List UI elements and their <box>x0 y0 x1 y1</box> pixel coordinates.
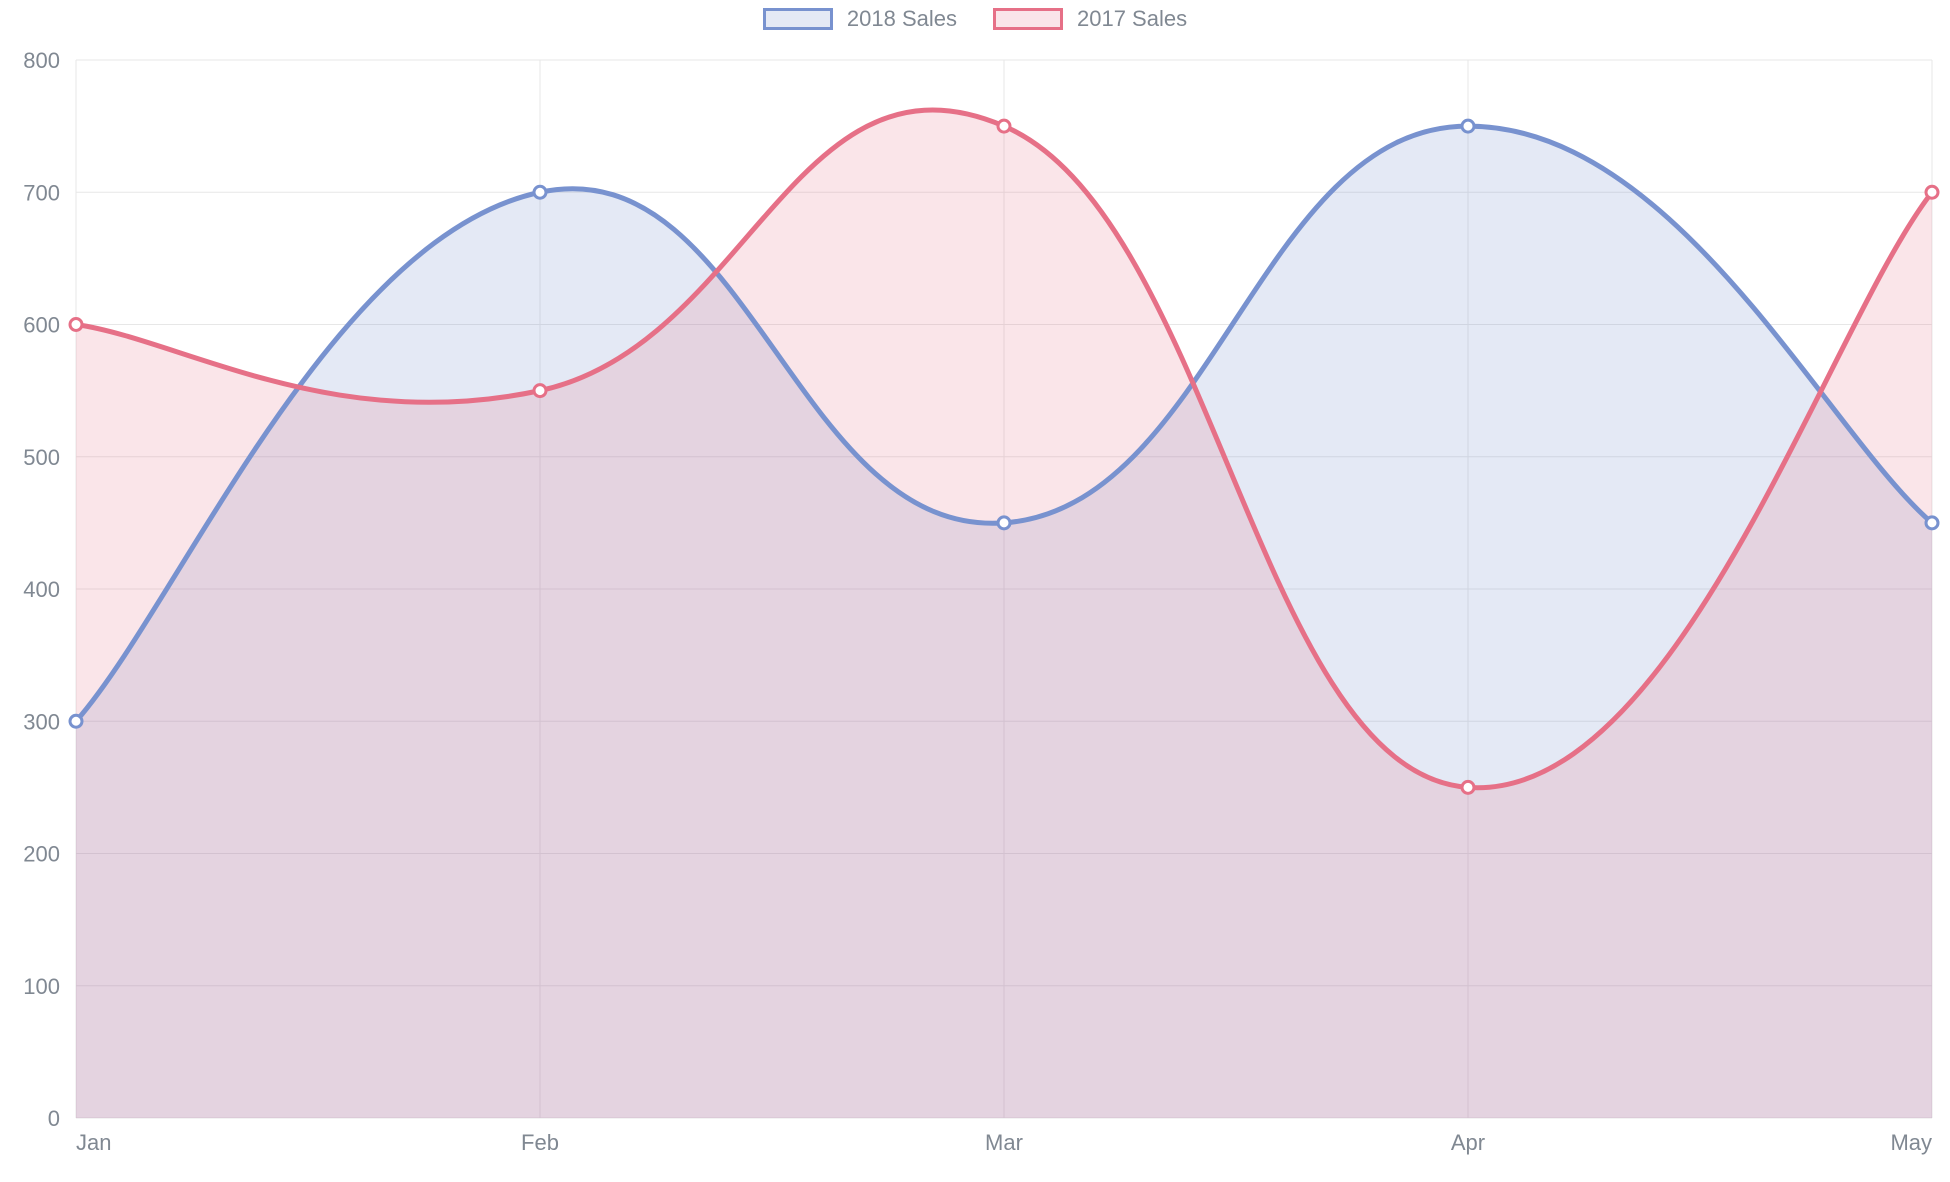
sales-line-chart: 2018 Sales 2017 Sales 0 100 200 300 400 500 60… <box>0 0 1950 1182</box>
x-tick-label: Feb <box>521 1130 559 1155</box>
legend-label-2018: 2018 Sales <box>847 6 957 32</box>
x-tick-label: Mar <box>985 1130 1023 1155</box>
y-tick-label: 600 <box>23 313 60 338</box>
legend-swatch-2018 <box>763 8 833 30</box>
data-point[interactable] <box>1926 517 1938 529</box>
data-point[interactable] <box>998 120 1010 132</box>
data-point[interactable] <box>1462 120 1474 132</box>
x-tick-label: Jan <box>76 1130 111 1155</box>
data-point[interactable] <box>70 715 82 727</box>
y-tick-label: 300 <box>23 709 60 734</box>
y-tick-label: 500 <box>23 445 60 470</box>
data-point[interactable] <box>1462 781 1474 793</box>
y-tick-label: 200 <box>23 842 60 867</box>
y-tick-label: 800 <box>23 48 60 73</box>
data-point[interactable] <box>70 319 82 331</box>
legend-item-2017[interactable]: 2017 Sales <box>993 6 1187 32</box>
legend-swatch-2017 <box>993 8 1063 30</box>
y-tick-label: 400 <box>23 577 60 602</box>
legend-label-2017: 2017 Sales <box>1077 6 1187 32</box>
x-tick-label: May <box>1890 1130 1932 1155</box>
data-point[interactable] <box>534 385 546 397</box>
data-point[interactable] <box>998 517 1010 529</box>
legend-item-2018[interactable]: 2018 Sales <box>763 6 957 32</box>
x-tick-label: Apr <box>1451 1130 1485 1155</box>
y-tick-label: 0 <box>48 1106 60 1131</box>
y-tick-label: 700 <box>23 180 60 205</box>
chart-plot-area: 0 100 200 300 400 500 600 700 800 Jan Feb Mar Apr May <box>0 0 1950 1182</box>
data-point[interactable] <box>534 186 546 198</box>
y-tick-label: 100 <box>23 974 60 999</box>
chart-legend: 2018 Sales 2017 Sales <box>0 6 1950 32</box>
data-point[interactable] <box>1926 186 1938 198</box>
